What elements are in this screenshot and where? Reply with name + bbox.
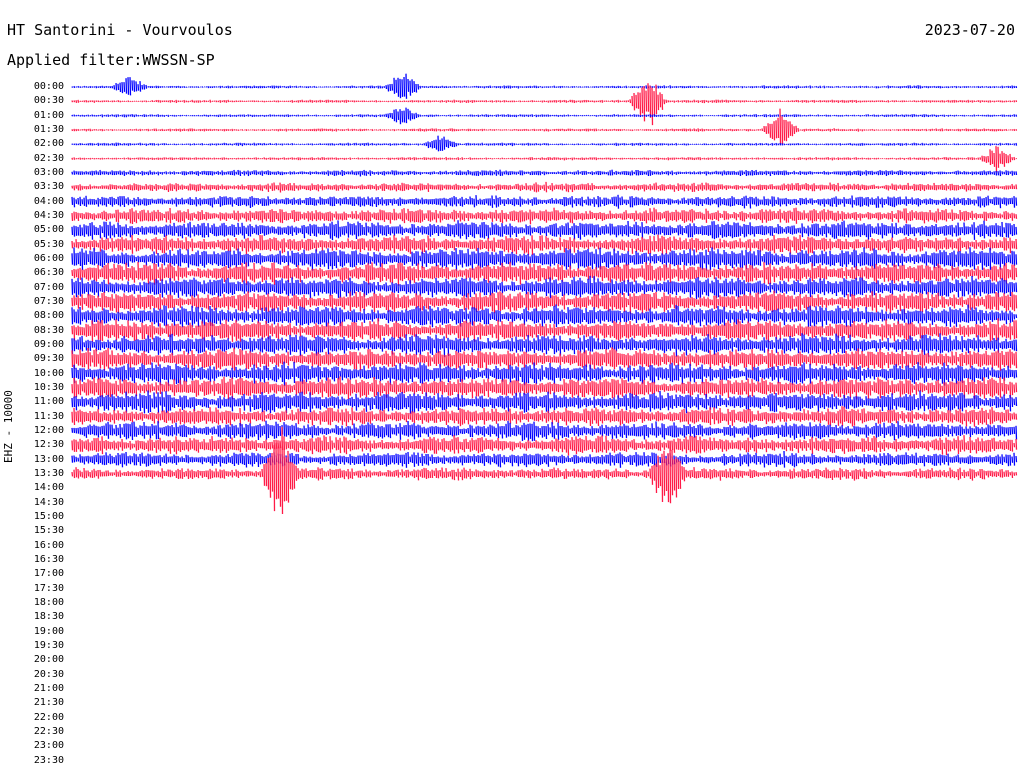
helicorder-plot (71, 73, 1018, 515)
trace-row-05:00 (71, 220, 1018, 241)
trace-row-01:00 (71, 107, 1018, 125)
trace-row-01:30 (71, 108, 1018, 145)
trace-row-13:30 (71, 426, 1018, 515)
trace-row-03:30 (71, 181, 1018, 193)
trace-row-03:00 (71, 169, 1018, 177)
trace-row-04:30 (71, 207, 1018, 225)
trace-row-12:30 (71, 435, 1018, 456)
trace-row-02:00 (71, 135, 1018, 152)
trace-row-00:00 (71, 73, 1018, 99)
trace-row-00:30 (71, 83, 1018, 126)
trace-row-12:00 (71, 420, 1018, 442)
trace-row-13:00 (71, 450, 1018, 468)
trace-row-06:00 (71, 247, 1018, 271)
trace-row-02:30 (71, 146, 1018, 173)
trace-row-11:30 (71, 406, 1018, 427)
trace-row-04:00 (71, 194, 1018, 209)
trace-row-11:00 (71, 390, 1018, 415)
